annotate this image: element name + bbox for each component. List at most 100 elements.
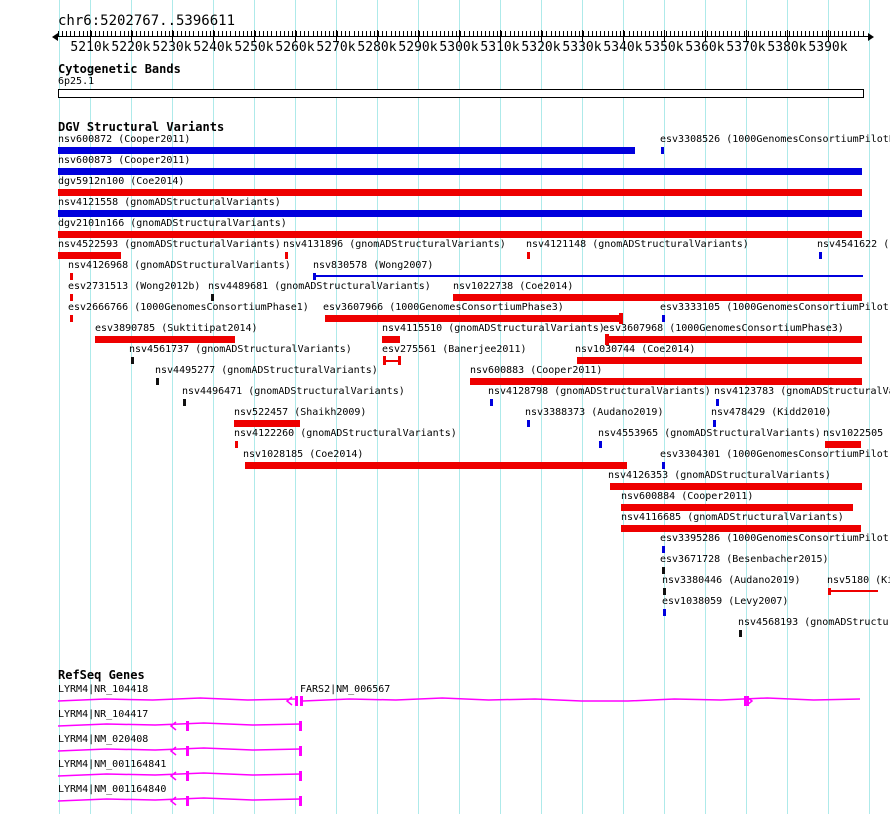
gene-exon[interactable]: [299, 721, 302, 731]
variant-bar[interactable]: [577, 357, 862, 364]
variant-label[interactable]: nsv4126353 (gnomADStructuralVariants): [608, 470, 831, 482]
variant-bar[interactable]: [610, 483, 862, 490]
gene-exon[interactable]: [299, 796, 302, 806]
variant-label[interactable]: nsv4568193 (gnomADStructur: [738, 617, 890, 629]
variant-label[interactable]: nsv4126968 (gnomADStructuralVariants): [68, 260, 291, 272]
variant-label[interactable]: nsv4121558 (gnomADStructuralVariants): [58, 197, 281, 209]
variant-tick[interactable]: [662, 315, 665, 322]
variant-label[interactable]: esv275561 (Banerjee2011): [382, 344, 527, 356]
gene-intron-line[interactable]: [57, 747, 302, 752]
variant-bar[interactable]: [621, 504, 853, 511]
variant-tick[interactable]: [490, 399, 493, 406]
variant-label[interactable]: esv3890785 (Suktitipat2014): [95, 323, 258, 335]
variant-label[interactable]: esv3333105 (1000GenomesConsortiumPilot: [660, 302, 889, 314]
variant-label[interactable]: nsv522457 (Shaikh2009): [234, 407, 366, 419]
variant-label[interactable]: nsv600873 (Cooper2011): [58, 155, 190, 167]
variant-label[interactable]: nsv4553965 (gnomADStructuralVariants): [598, 428, 821, 440]
variant-label[interactable]: nsv4131896 (gnomADStructuralVariants): [283, 239, 506, 251]
variant-label[interactable]: nsv4496471 (gnomADStructuralVariants): [182, 386, 405, 398]
variant-label[interactable]: nsv4115510 (gnomADStructuralVariants): [382, 323, 605, 335]
gene-exon[interactable]: [299, 771, 302, 781]
variant-tick[interactable]: [662, 567, 665, 574]
variant-label[interactable]: nsv4128798 (gnomADStructuralVariants): [488, 386, 711, 398]
gene-intron-line[interactable]: [57, 722, 302, 727]
variant-bar[interactable]: [453, 294, 862, 301]
gene-intron-line[interactable]: [57, 772, 302, 777]
variant-tick[interactable]: [235, 441, 238, 448]
variant-label[interactable]: nsv4116685 (gnomADStructuralVariants): [621, 512, 844, 524]
gene-intron-line[interactable]: [57, 797, 302, 802]
gene-label[interactable]: LYRM4|NM_001164840: [58, 784, 166, 796]
variant-tick[interactable]: [211, 294, 214, 301]
variant-label[interactable]: nsv3388373 (Audano2019): [525, 407, 663, 419]
variant-label[interactable]: nsv478429 (Kidd2010): [711, 407, 831, 419]
variant-label[interactable]: nsv4122260 (gnomADStructuralVariants): [234, 428, 457, 440]
variant-tick[interactable]: [739, 630, 742, 637]
gene-intron-line[interactable]: [57, 697, 296, 702]
variant-tick[interactable]: [527, 252, 530, 259]
variant-label[interactable]: nsv4561737 (gnomADStructuralVariants): [129, 344, 352, 356]
variant-label[interactable]: esv3671728 (Besenbacher2015): [660, 554, 829, 566]
variant-label[interactable]: dgv5912n100 (Coe2014): [58, 176, 184, 188]
gene-model[interactable]: [302, 696, 861, 706]
variant-label[interactable]: nsv1030744 (Coe2014): [575, 344, 695, 356]
variant-bar[interactable]: [245, 462, 627, 469]
variant-label[interactable]: nsv5180 (Ki: [827, 575, 890, 587]
variant-bar[interactable]: [825, 441, 861, 448]
variant-bar[interactable]: [58, 210, 862, 217]
variant-bar[interactable]: [234, 420, 300, 427]
variant-label[interactable]: esv3308526 (1000GenomesConsortiumPilotP: [660, 134, 890, 146]
variant-label[interactable]: dgv2101n166 (gnomADStructuralVariants): [58, 218, 287, 230]
variant-label[interactable]: esv3304301 (1000GenomesConsortiumPilot: [660, 449, 889, 461]
gene-label[interactable]: LYRM4|NM_001164841: [58, 759, 166, 771]
variant-bar[interactable]: [58, 168, 862, 175]
gene-exon[interactable]: [299, 746, 302, 756]
variant-bar[interactable]: [58, 147, 635, 154]
cytoband-label[interactable]: 6p25.1: [58, 76, 94, 88]
variant-tick[interactable]: [662, 462, 665, 469]
gene-model[interactable]: [57, 721, 302, 731]
variant-label[interactable]: nsv4489681 (gnomADStructuralVariants): [208, 281, 431, 293]
variant-tick[interactable]: [662, 546, 665, 553]
variant-label[interactable]: nsv4522593 (gnomADStructuralVariants): [58, 239, 281, 251]
variant-bar[interactable]: [382, 336, 400, 343]
variant-label[interactable]: esv3395286 (1000GenomesConsortiumPilot: [660, 533, 889, 545]
variant-tick[interactable]: [819, 252, 822, 259]
variant-label[interactable]: nsv4123783 (gnomADStructuralVa: [714, 386, 890, 398]
variant-label[interactable]: esv1038059 (Levy2007): [662, 596, 788, 608]
variant-tick[interactable]: [70, 315, 73, 322]
gene-label[interactable]: LYRM4|NM_020408: [58, 734, 148, 746]
variant-label[interactable]: nsv4541622 (: [817, 239, 889, 251]
variant-label[interactable]: nsv4495277 (gnomADStructuralVariants): [155, 365, 378, 377]
variant-label[interactable]: esv2666766 (1000GenomesConsortiumPhase1): [68, 302, 309, 314]
gene-label[interactable]: LYRM4|NR_104417: [58, 709, 148, 721]
variant-tick[interactable]: [70, 273, 73, 280]
variant-label[interactable]: esv3607966 (1000GenomesConsortiumPhase3): [323, 302, 564, 314]
variant-label[interactable]: nsv830578 (Wong2007): [313, 260, 433, 272]
variant-bar[interactable]: [58, 231, 862, 238]
gene-intron-line[interactable]: [302, 697, 861, 702]
variant-tick[interactable]: [527, 420, 530, 427]
gene-exon[interactable]: [186, 721, 189, 731]
variant-bar[interactable]: [470, 378, 862, 385]
variant-label[interactable]: nsv1022738 (Coe2014): [453, 281, 573, 293]
variant-tick[interactable]: [70, 294, 73, 301]
variant-tick[interactable]: [599, 441, 602, 448]
variant-bar[interactable]: [621, 525, 861, 532]
variant-bar[interactable]: [325, 315, 622, 322]
variant-label[interactable]: nsv4121148 (gnomADStructuralVariants): [526, 239, 749, 251]
gene-exon[interactable]: [186, 746, 189, 756]
gene-model[interactable]: [57, 771, 302, 781]
variant-label[interactable]: nsv600884 (Cooper2011): [621, 491, 753, 503]
variant-line[interactable]: [313, 275, 863, 277]
variant-label[interactable]: nsv600872 (Cooper2011): [58, 134, 190, 146]
variant-bar[interactable]: [605, 336, 862, 343]
variant-tick[interactable]: [661, 147, 664, 154]
variant-bar[interactable]: [58, 189, 862, 196]
variant-bar[interactable]: [95, 336, 235, 343]
variant-tick[interactable]: [131, 357, 134, 364]
variant-label[interactable]: esv2731513 (Wong2012b): [68, 281, 200, 293]
gene-exon[interactable]: [300, 696, 303, 706]
variant-tick[interactable]: [156, 378, 159, 385]
variant-tick[interactable]: [183, 399, 186, 406]
